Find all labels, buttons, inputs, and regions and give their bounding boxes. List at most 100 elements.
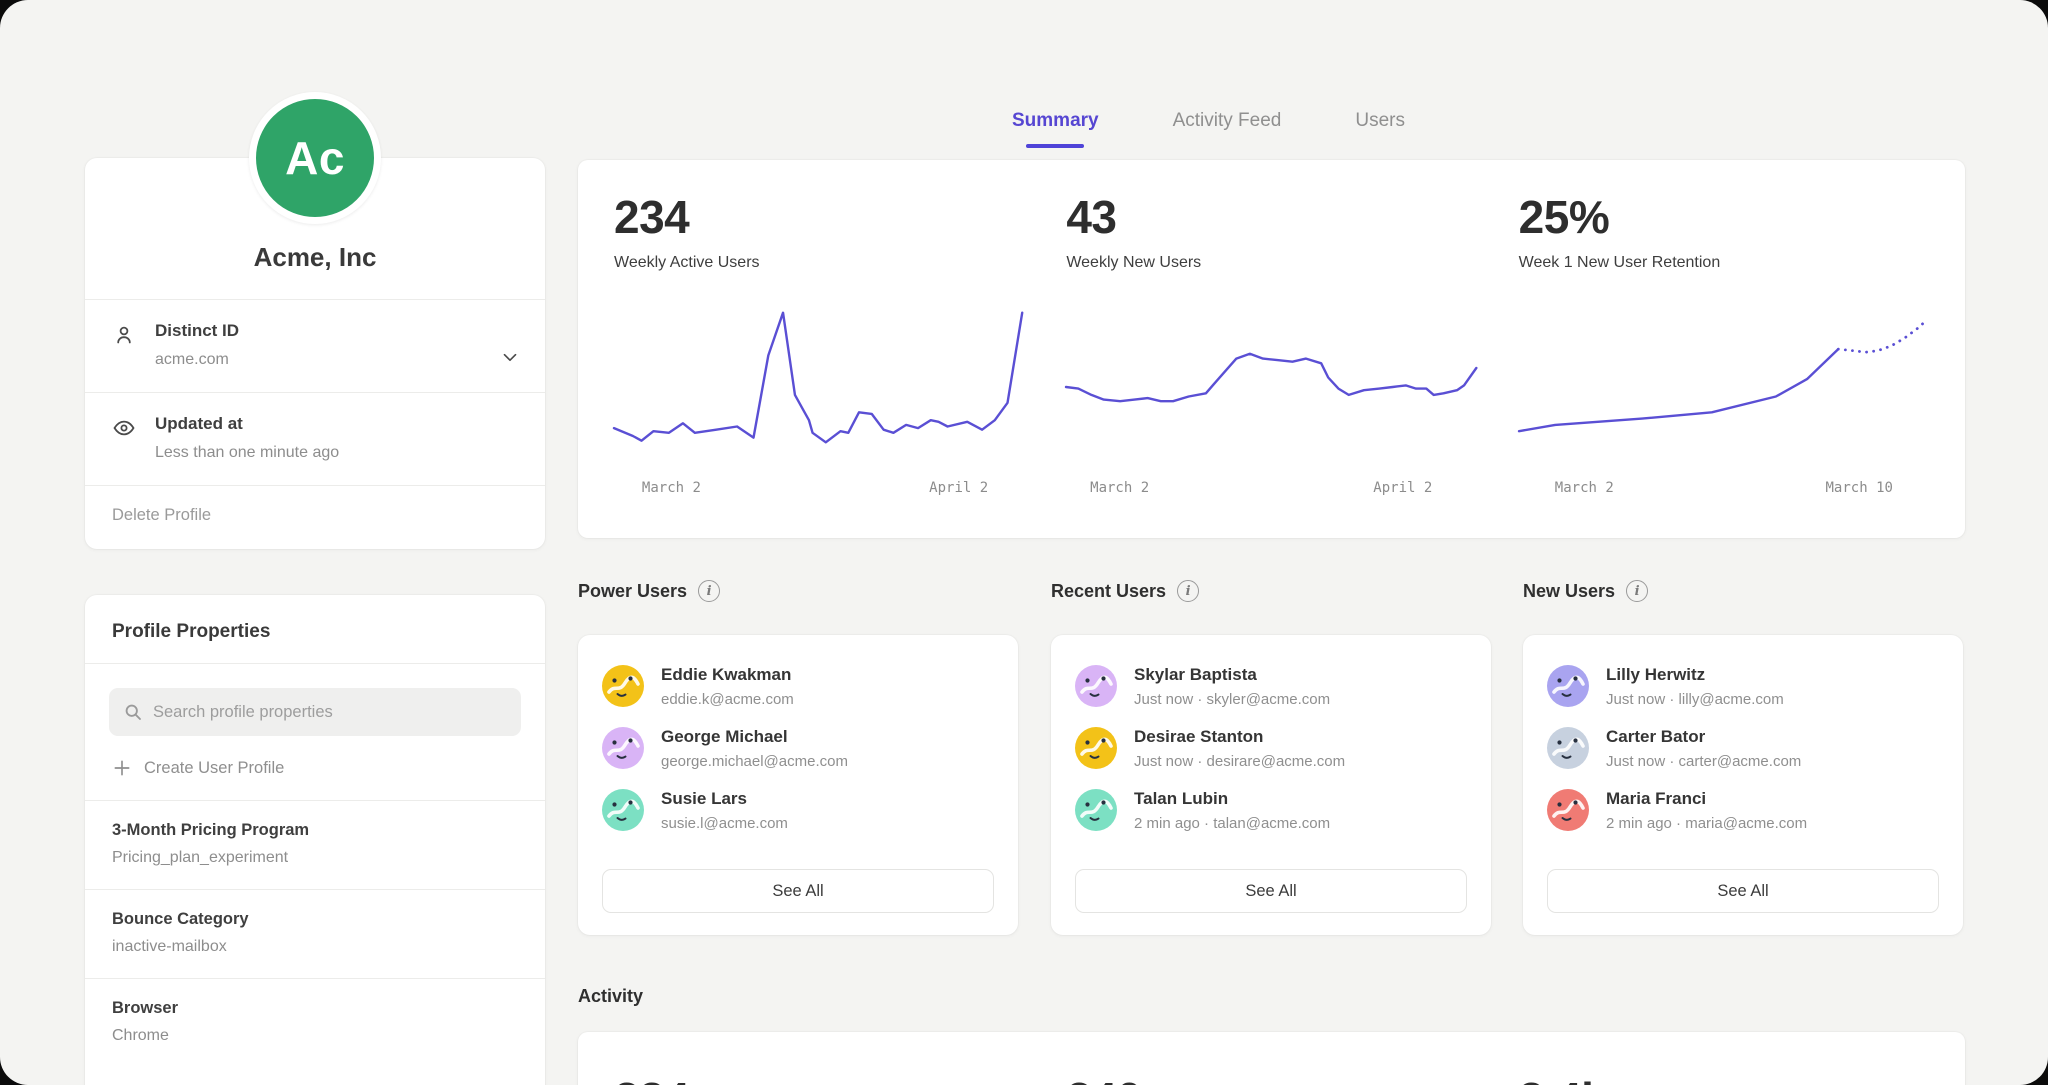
user-avatar-face: [1547, 727, 1589, 769]
power-users-header: Power Users i: [578, 580, 720, 602]
user-info: Skylar Baptista Just now · skyler@acme.c…: [1134, 665, 1330, 708]
info-icon[interactable]: i: [1626, 580, 1648, 602]
recent-users-header: Recent Users i: [1051, 580, 1199, 602]
user-avatar: [602, 789, 644, 831]
field-value: acme.com: [155, 351, 489, 369]
info-icon[interactable]: i: [698, 580, 720, 602]
chart-line-retention_actual: [1519, 349, 1838, 431]
user-name: Desirae Stanton: [1134, 727, 1345, 747]
user-row[interactable]: Desirae Stanton Just now · desirare@acme…: [1075, 727, 1467, 770]
chart-line-weekly_active_users: [614, 313, 1022, 443]
field-label: Updated at: [155, 414, 489, 434]
property-name: Browser: [112, 999, 521, 1018]
section-title: Recent Users: [1051, 581, 1166, 602]
activity-stat: 3.4k: [1519, 1072, 1929, 1085]
user-subtitle: 2 min ago · talan@acme.com: [1134, 815, 1330, 832]
field-row-distinct-id: Distinct ID acme.com: [85, 299, 545, 392]
user-row[interactable]: George Michael george.michael@acme.com: [602, 727, 994, 770]
user-name: George Michael: [661, 727, 848, 747]
property-value: inactive-mailbox: [112, 938, 521, 956]
property-row[interactable]: 3-Month Pricing Program Pricing_plan_exp…: [85, 800, 545, 889]
chevron-down-icon[interactable]: [499, 346, 521, 368]
user-row[interactable]: Talan Lubin 2 min ago · talan@acme.com: [1075, 789, 1467, 832]
user-row[interactable]: Eddie Kwakman eddie.k@acme.com: [602, 665, 994, 708]
chart-line-retention_projected: [1838, 322, 1924, 352]
weekly-active-users-chart: [614, 308, 1024, 466]
section-title: New Users: [1523, 581, 1615, 602]
user-name: Lilly Herwitz: [1606, 665, 1784, 685]
user-avatar-face: [602, 727, 644, 769]
property-name: Bounce Category: [112, 910, 521, 929]
tab-summary[interactable]: Summary: [1012, 110, 1099, 148]
new-users-header: New Users i: [1523, 580, 1648, 602]
user-info: Carter Bator Just now · carter@acme.com: [1606, 727, 1801, 770]
user-subtitle: eddie.k@acme.com: [661, 691, 794, 708]
user-row[interactable]: Skylar Baptista Just now · skyler@acme.c…: [1075, 665, 1467, 708]
user-list: Skylar Baptista Just now · skyler@acme.c…: [1075, 665, 1467, 851]
x-axis-label: March 10: [1826, 480, 1893, 496]
see-all-button[interactable]: See All: [1547, 869, 1939, 913]
activity-stat: 240: [1066, 1072, 1476, 1085]
user-row[interactable]: Carter Bator Just now · carter@acme.com: [1547, 727, 1939, 770]
see-all-button[interactable]: See All: [602, 869, 994, 913]
recent-users-card: Skylar Baptista Just now · skyler@acme.c…: [1051, 635, 1491, 935]
search-input[interactable]: [153, 703, 507, 722]
delete-profile-button[interactable]: Delete Profile: [85, 485, 545, 549]
user-avatar: [1547, 665, 1589, 707]
user-subtitle: Just now · lilly@acme.com: [1606, 691, 1784, 708]
user-avatar-face: [1075, 665, 1117, 707]
weekly-new-users-chart: [1066, 308, 1476, 466]
user-name: Carter Bator: [1606, 727, 1801, 747]
user-info: Eddie Kwakman eddie.k@acme.com: [661, 665, 794, 708]
tab-activity-feed[interactable]: Activity Feed: [1173, 110, 1282, 148]
user-subtitle: Just now · skyler@acme.com: [1134, 691, 1330, 708]
user-list: Eddie Kwakman eddie.k@acme.com George Mi…: [602, 665, 994, 851]
tab-users[interactable]: Users: [1355, 110, 1405, 148]
property-name: 3-Month Pricing Program: [112, 821, 521, 840]
field-value: Less than one minute ago: [155, 444, 489, 462]
user-info: Talan Lubin 2 min ago · talan@acme.com: [1134, 789, 1330, 832]
user-row[interactable]: Lilly Herwitz Just now · lilly@acme.com: [1547, 665, 1939, 708]
user-avatar-face: [1547, 789, 1589, 831]
user-info: George Michael george.michael@acme.com: [661, 727, 848, 770]
user-subtitle: Just now · carter@acme.com: [1606, 753, 1801, 770]
field-label: Distinct ID: [155, 321, 489, 341]
user-subtitle: 2 min ago · maria@acme.com: [1606, 815, 1807, 832]
field-row-updated-at: Updated at Less than one minute ago: [85, 392, 545, 485]
x-axis-label: April 2: [1373, 480, 1432, 496]
user-subtitle: susie.l@acme.com: [661, 815, 788, 832]
user-avatar: [1075, 789, 1117, 831]
user-row[interactable]: Maria Franci 2 min ago · maria@acme.com: [1547, 789, 1939, 832]
activity-card: 234 240 3.4k: [578, 1032, 1965, 1085]
create-user-profile-label: Create User Profile: [144, 759, 284, 778]
user-info: Lilly Herwitz Just now · lilly@acme.com: [1606, 665, 1784, 708]
user-info: Susie Lars susie.l@acme.com: [661, 789, 788, 832]
user-avatar: [602, 727, 644, 769]
x-axis-label: March 2: [1090, 480, 1149, 496]
profile-dashboard: Ac Acme, Inc Distinct ID acme.com Update…: [0, 0, 2048, 1085]
property-row[interactable]: Bounce Category inactive-mailbox: [85, 889, 545, 978]
stat-value: 234: [614, 190, 1024, 244]
info-icon[interactable]: i: [1177, 580, 1199, 602]
profile-properties-card: Profile Properties Create User Profile 3…: [85, 595, 545, 1085]
see-all-button[interactable]: See All: [1075, 869, 1467, 913]
new-users-card: Lilly Herwitz Just now · lilly@acme.com …: [1523, 635, 1963, 935]
metric-weekly-new-users: 43 Weekly New Users March 2April 2: [1066, 190, 1476, 538]
user-name: Maria Franci: [1606, 789, 1807, 809]
user-name: Talan Lubin: [1134, 789, 1330, 809]
create-user-profile-button[interactable]: Create User Profile: [112, 758, 521, 778]
user-avatar: [1547, 727, 1589, 769]
activity-stat: 234: [614, 1072, 1024, 1085]
plus-icon: [112, 758, 132, 778]
user-name: Skylar Baptista: [1134, 665, 1330, 685]
power-users-card: Eddie Kwakman eddie.k@acme.com George Mi…: [578, 635, 1018, 935]
person-icon: [112, 323, 136, 347]
eye-icon: [112, 416, 136, 440]
user-row[interactable]: Susie Lars susie.l@acme.com: [602, 789, 994, 832]
user-avatar-face: [602, 665, 644, 707]
profile-properties-search[interactable]: [109, 688, 521, 736]
activity-header: Activity: [578, 986, 643, 1007]
property-value: Chrome: [112, 1027, 521, 1045]
x-axis-label: April 2: [929, 480, 988, 496]
property-row[interactable]: Browser Chrome: [85, 978, 545, 1067]
